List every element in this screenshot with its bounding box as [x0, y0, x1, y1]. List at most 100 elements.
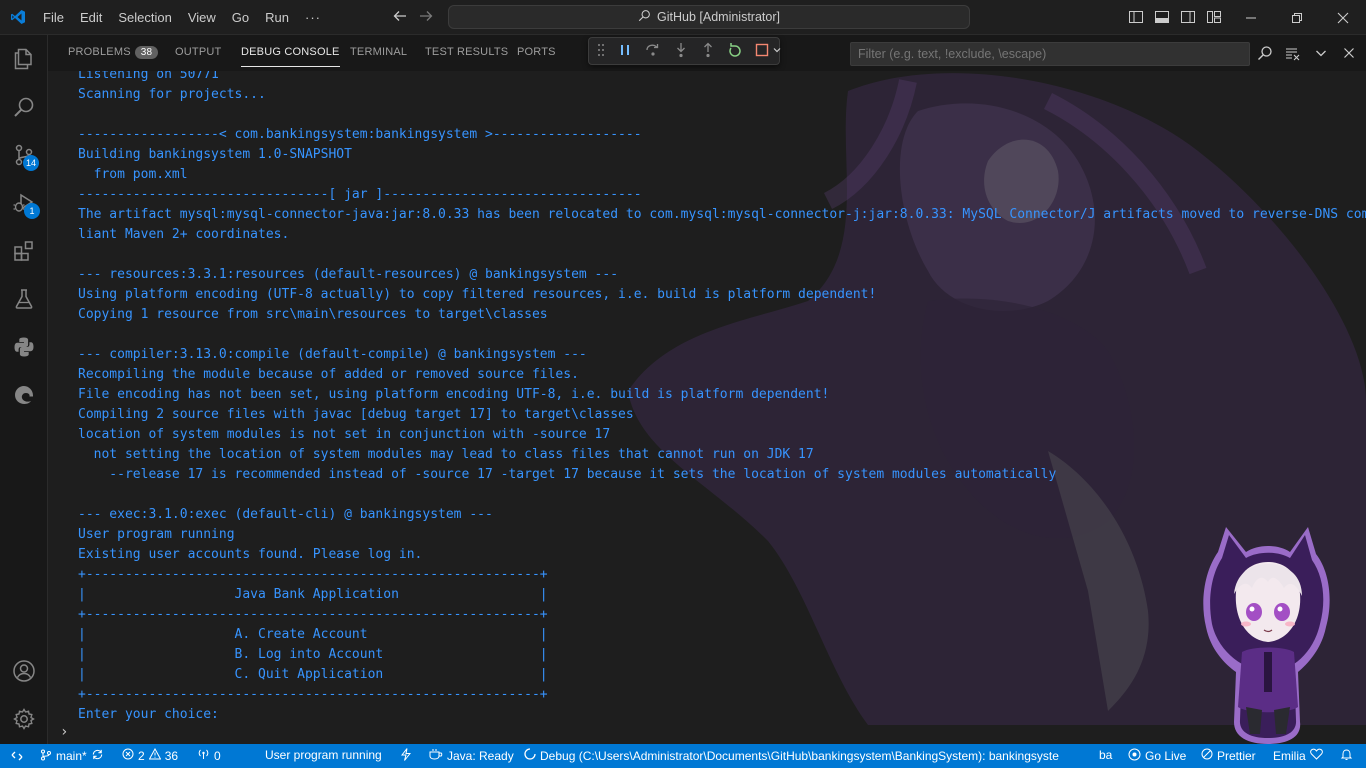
console-line: Enter your choice:	[78, 707, 219, 722]
testing-icon[interactable]	[0, 275, 48, 323]
python-icon[interactable]	[0, 323, 48, 371]
console-line: --- resources:3.3.1:resources (default-r…	[78, 267, 619, 282]
manage-gear-icon[interactable]	[0, 695, 48, 743]
toggle-panel-icon[interactable]	[1154, 9, 1170, 25]
toggle-secondary-sidebar-icon[interactable]	[1180, 9, 1196, 25]
coffee-icon	[429, 748, 443, 763]
console-line: +---------------------------------------…	[78, 567, 548, 582]
restore-icon[interactable]	[1274, 0, 1320, 35]
explorer-icon[interactable]	[0, 35, 48, 83]
console-line: Existing user accounts found. Please log…	[78, 547, 423, 562]
command-center-label: GitHub [Administrator]	[657, 10, 780, 24]
tab-terminal[interactable]: TERMINAL	[350, 46, 407, 58]
console-filter-input[interactable]	[850, 42, 1250, 66]
menu-file[interactable]: File	[35, 10, 72, 25]
java-status-label: Java: Ready	[447, 748, 514, 763]
customize-layout-icon[interactable]	[1206, 9, 1222, 25]
sync-icon[interactable]	[91, 748, 104, 764]
debug-target[interactable]: Debug (C:\Users\Administrator\Documents\…	[524, 748, 1059, 763]
debug-target-label: Debug (C:\Users\Administrator\Documents\…	[540, 748, 1059, 763]
git-branch-icon	[40, 749, 52, 764]
console-line: | B. Log into Account |	[78, 647, 548, 662]
debug-console-output: Listening on 50771 Scanning for projects.…	[48, 71, 1366, 725]
run-debug-badge: 1	[24, 203, 40, 219]
step-into-icon[interactable]	[674, 42, 688, 61]
console-line: +---------------------------------------…	[78, 687, 548, 702]
title-bar: File Edit Selection View Go Run ··· GitH…	[0, 0, 1366, 35]
bell-icon[interactable]	[1340, 748, 1353, 761]
console-line: --- exec:3.1.0:exec (default-cli) @ bank…	[78, 507, 493, 522]
console-line: --- compiler:3.13.0:compile (default-com…	[78, 347, 587, 362]
minimize-icon[interactable]	[1228, 0, 1274, 35]
java-status[interactable]: Java: Ready	[429, 748, 514, 763]
source-control-icon[interactable]: 14	[0, 131, 48, 179]
menu-selection[interactable]: Selection	[110, 10, 179, 25]
console-line: --release 17 is recommended instead of -…	[78, 467, 1057, 482]
broadcast-icon	[1128, 748, 1141, 764]
console-line: The artifact mysql:mysql-connector-java:…	[78, 207, 1366, 222]
console-lines: Listening on 50771 Scanning for projects.…	[78, 71, 1366, 725]
console-line: User program running	[78, 527, 235, 542]
extensions-icon[interactable]	[0, 227, 48, 275]
console-prompt: ›	[60, 724, 69, 740]
console-line: Copying 1 resource from src\main\resourc…	[78, 307, 548, 322]
console-line: Compiling 2 source files with javac [deb…	[78, 407, 634, 422]
problems-indicator[interactable]: 2 36	[122, 747, 179, 763]
arrow-right-icon[interactable]	[418, 8, 434, 28]
console-input-row[interactable]: ›	[48, 724, 1366, 744]
menu-view[interactable]: View	[180, 10, 224, 25]
remote-indicator[interactable]	[0, 744, 34, 768]
user-name: Emilia	[1273, 748, 1306, 763]
menu-go[interactable]: Go	[224, 10, 257, 25]
search-icon[interactable]	[1256, 44, 1274, 62]
tab-debug-console[interactable]: DEBUG CONSOLE	[241, 46, 340, 67]
go-live-button[interactable]: Go Live	[1128, 748, 1186, 764]
menu-run[interactable]: Run	[257, 10, 297, 25]
restart-icon[interactable]	[728, 42, 742, 60]
tab-problems-label: PROBLEMS	[68, 46, 131, 58]
source-control-badge: 14	[23, 155, 40, 171]
warning-count: 36	[164, 748, 179, 763]
close-icon[interactable]	[1340, 44, 1358, 62]
toggle-primary-sidebar-icon[interactable]	[1128, 9, 1144, 25]
debug-toolbar	[588, 37, 782, 65]
pause-icon[interactable]	[618, 43, 632, 60]
search-icon[interactable]	[0, 83, 48, 131]
error-icon	[122, 748, 134, 763]
language-indicator[interactable]: ba	[1099, 748, 1112, 762]
command-center[interactable]: GitHub [Administrator]	[448, 5, 970, 29]
run-debug-icon[interactable]: 1	[0, 179, 48, 227]
console-line: | A. Create Account |	[78, 627, 548, 642]
account-icon[interactable]	[0, 647, 48, 695]
program-status: User program running	[265, 748, 382, 762]
edge-devtools-icon[interactable]	[0, 371, 48, 419]
menu-more[interactable]: ···	[297, 10, 329, 25]
step-out-icon[interactable]	[701, 42, 715, 61]
prettier-label: Prettier	[1217, 748, 1256, 763]
arrow-left-icon[interactable]	[392, 8, 408, 28]
close-icon[interactable]	[1320, 0, 1366, 35]
ports-count: 0	[214, 748, 221, 763]
tab-ports[interactable]: PORTS	[517, 46, 556, 58]
prettier-button[interactable]: Prettier	[1201, 748, 1256, 763]
clear-console-icon[interactable]	[1284, 44, 1302, 62]
anime-girl-sticker	[1203, 527, 1330, 744]
console-line: File encoding has not been set, using pl…	[78, 387, 830, 402]
tab-problems[interactable]: PROBLEMS 38	[68, 46, 159, 59]
branch-indicator[interactable]: main*	[40, 748, 104, 764]
ports-indicator[interactable]: 0	[197, 748, 221, 763]
lightning-icon[interactable]	[401, 748, 411, 761]
chevron-down-icon[interactable]	[772, 44, 782, 58]
step-over-icon[interactable]	[645, 42, 661, 61]
console-line: | C. Quit Application |	[78, 667, 548, 682]
user-indicator[interactable]: Emilia	[1273, 748, 1323, 763]
chevron-down-icon[interactable]	[1312, 44, 1330, 62]
tab-test-results[interactable]: TEST RESULTS	[425, 46, 508, 58]
stop-icon[interactable]	[755, 43, 769, 60]
drag-handle-icon[interactable]	[597, 43, 605, 60]
menu-edit[interactable]: Edit	[72, 10, 110, 25]
tab-output[interactable]: OUTPUT	[175, 46, 221, 58]
prohibited-icon	[1201, 748, 1213, 763]
problems-count-badge: 38	[134, 46, 159, 59]
